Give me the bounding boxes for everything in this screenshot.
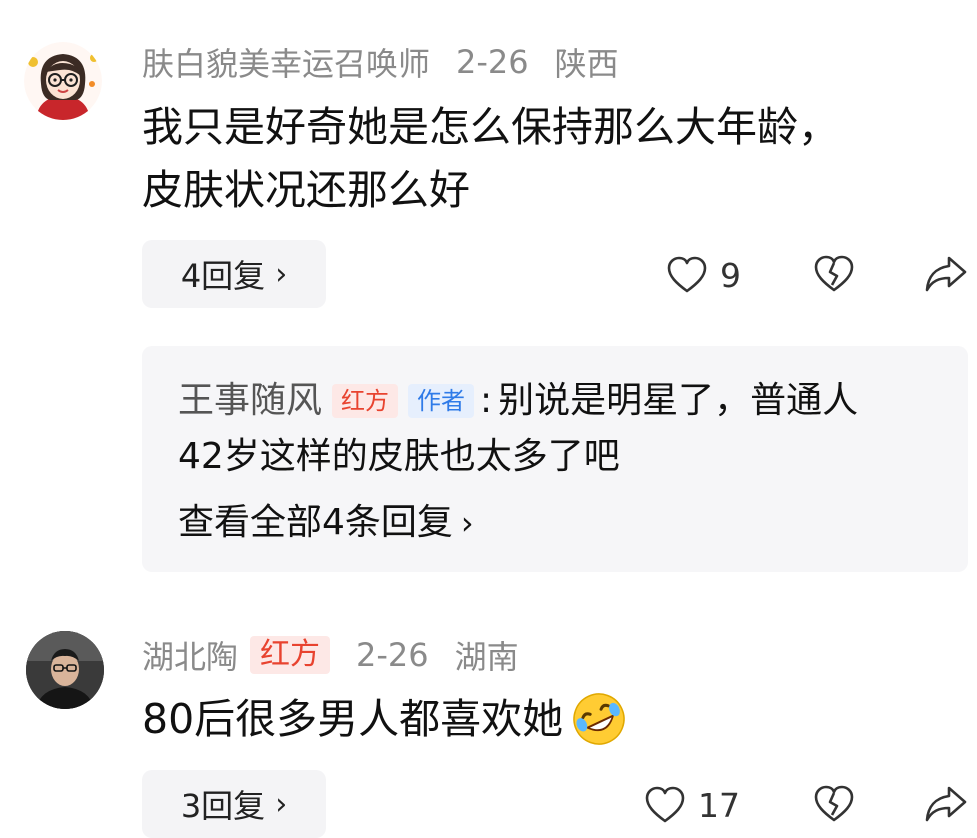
comment-date: 2-26 <box>456 43 529 81</box>
avatar[interactable] <box>26 631 104 709</box>
rolling-laughing-emoji-icon <box>573 693 625 745</box>
reply-text: 别说是明星了，普通人 <box>498 380 859 421</box>
replies-button-label: 3回复 <box>180 787 266 825</box>
like-count: 9 <box>720 255 741 295</box>
author-badge: 作者 <box>408 384 475 418</box>
comment-location: 陕西 <box>554 45 619 83</box>
comment-text: 80后很多男人都喜欢她 <box>142 695 564 743</box>
comment-text-line: 皮肤状况还那么好 <box>142 166 470 214</box>
view-all-replies-link[interactable]: 查看全部4条回复 › <box>178 498 474 548</box>
broken-heart-icon <box>814 785 854 822</box>
replies-button[interactable]: 3回复 › <box>142 770 326 838</box>
dislike-button[interactable] <box>812 784 856 828</box>
team-badge: 红方 <box>332 384 399 418</box>
comment-meta: 湖北陶 红方 2-26 湖南 <box>142 634 519 676</box>
reply-line: 王事随风 红方 作者 : 别说是明星了，普通人 <box>178 376 858 426</box>
avatar-photo <box>26 631 104 709</box>
heart-icon <box>667 256 707 293</box>
chevron-right-icon: › <box>460 504 474 542</box>
team-badge: 红方 <box>250 636 331 674</box>
share-button[interactable] <box>924 254 968 298</box>
heart-icon <box>645 786 685 823</box>
chevron-right-icon: › <box>275 256 288 292</box>
chevron-right-icon: › <box>275 786 288 822</box>
reply-preview-panel: 王事随风 红方 作者 : 别说是明星了，普通人 42岁这样的皮肤也太多了吧 查看… <box>142 346 968 572</box>
comment-meta: 肤白貌美幸运召唤师 2-26 陕西 <box>142 39 619 85</box>
comment-text-line: 我只是好奇她是怎么保持那么大年龄， <box>142 103 839 151</box>
like-button[interactable]: 17 <box>644 784 740 826</box>
comment-text-line: 80后很多男人都喜欢她 <box>142 689 631 749</box>
comment-date: 2-26 <box>356 636 429 674</box>
view-all-replies-label: 查看全部4条回复 <box>178 502 453 543</box>
reply-author[interactable]: 王事随风 <box>178 376 322 426</box>
reply-separator: : <box>480 380 493 421</box>
username[interactable]: 肤白貌美幸运召唤师 <box>142 39 430 85</box>
replies-button-label: 4回复 <box>180 257 266 295</box>
dislike-button[interactable] <box>812 254 856 298</box>
share-icon <box>925 256 967 292</box>
avatar[interactable] <box>24 42 102 120</box>
like-count: 17 <box>698 785 740 825</box>
share-button[interactable] <box>924 784 968 828</box>
avatar-illustration <box>24 42 102 120</box>
comment-location: 湖南 <box>454 638 519 676</box>
reply-text: 42岁这样的皮肤也太多了吧 <box>178 436 620 477</box>
share-icon <box>925 786 967 822</box>
replies-button[interactable]: 4回复 › <box>142 240 326 308</box>
like-button[interactable]: 9 <box>666 254 741 296</box>
broken-heart-icon <box>814 255 854 292</box>
username[interactable]: 湖北陶 <box>142 632 238 678</box>
